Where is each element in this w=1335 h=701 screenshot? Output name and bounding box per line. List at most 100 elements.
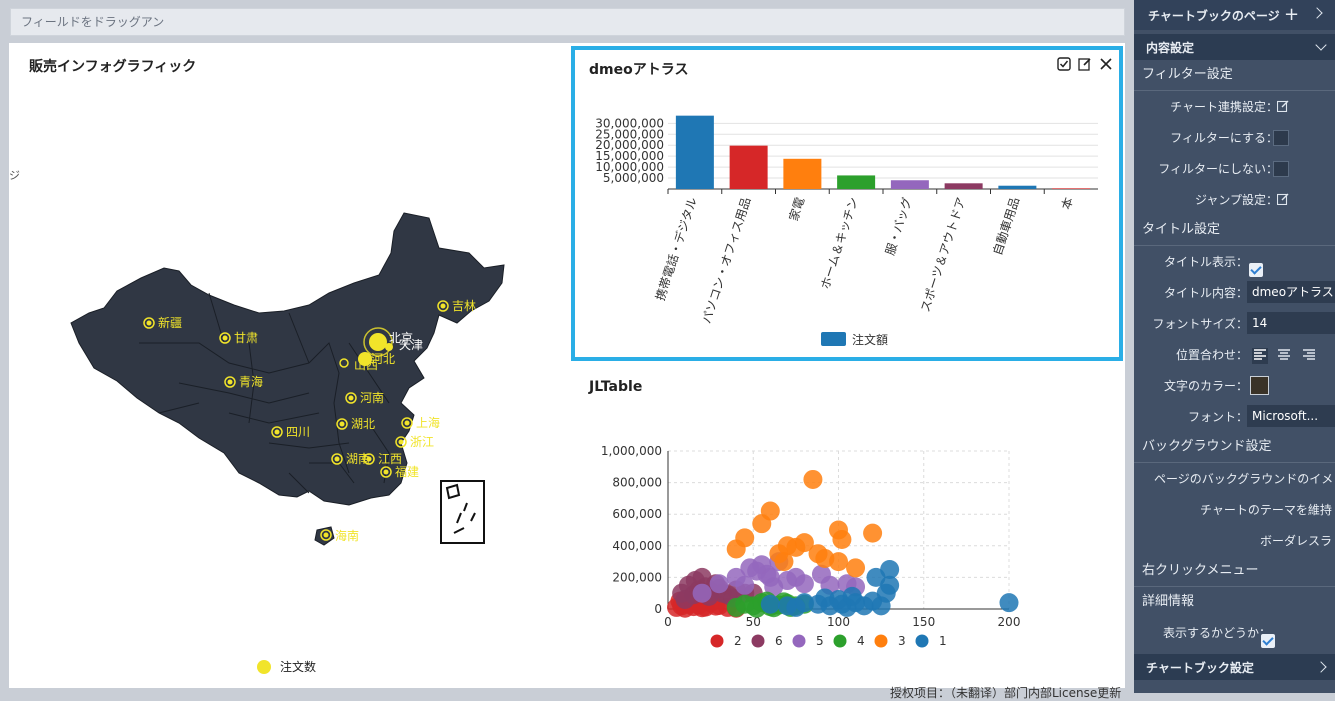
- filter-off-checkbox[interactable]: [1273, 161, 1289, 177]
- bar-chart-panel[interactable]: dmeoアトラス 5,000,000 10,000,000 15,000,000 20…: [571, 46, 1123, 361]
- text-color-row: 文字のカラー：: [1134, 370, 1335, 401]
- map-legend-swatch: [257, 660, 271, 674]
- borderless-label: ボーダレスラ: [1260, 534, 1333, 548]
- chartbook-settings-label: チャートブック設定: [1146, 660, 1254, 675]
- scatter-xtick-label: 0: [664, 615, 672, 629]
- filter-off-label: フィルターにしない：: [1158, 162, 1278, 176]
- content-settings-label: 内容設定: [1146, 40, 1195, 55]
- scatter-point: [692, 583, 712, 603]
- font-size-input[interactable]: 14: [1247, 312, 1335, 334]
- title-content-input[interactable]: dmeoアトラス: [1247, 281, 1335, 303]
- right-click-group[interactable]: 右クリックメニュー: [1134, 556, 1335, 587]
- svg-text:海南: 海南: [335, 528, 359, 543]
- scatter-legend-swatch: [874, 634, 888, 648]
- content-settings-header[interactable]: 内容設定: [1134, 34, 1335, 60]
- svg-text:吉林: 吉林: [452, 299, 476, 313]
- map-panel[interactable]: 販売インフォグラフィック 新疆 甘肃 青海 四川 北京 天津 河北 山西 河南 …: [9, 43, 559, 688]
- bar: [890, 180, 929, 189]
- filter-off-row: フィルターにしない：: [1134, 153, 1335, 184]
- map-point-zhejiang: 浙江: [395, 435, 434, 449]
- align-row: 位置合わせ：: [1134, 339, 1335, 370]
- china-outline: [70, 212, 505, 506]
- align-center-icon[interactable]: [1278, 349, 1290, 363]
- chartbook-page-label: チャートブックのページ: [1148, 8, 1280, 23]
- filter-on-row: フィルターにする：: [1134, 122, 1335, 153]
- svg-text:天津: 天津: [399, 338, 423, 352]
- scatter-legend-label: 2: [734, 634, 742, 648]
- chevron-down-icon: [1315, 39, 1327, 51]
- bar: [783, 158, 822, 189]
- bar-xtick-label: スポーツ＆アウトドア: [918, 196, 968, 314]
- text-color-label: 文字のカラー：: [1163, 379, 1248, 393]
- filter-settings-group: フィルター設定: [1134, 60, 1335, 91]
- scatter-point: [774, 552, 794, 572]
- align-label: 位置合わせ：: [1175, 348, 1248, 362]
- scatter-point: [842, 586, 862, 606]
- scatter-legend-label: 6: [775, 634, 783, 648]
- align-left-icon[interactable]: [1252, 348, 1268, 364]
- china-map[interactable]: 新疆 甘肃 青海 四川 北京 天津 河北 山西 河南 湖北 湖南 江西 上海 浙…: [9, 43, 559, 688]
- scatter-point: [832, 529, 852, 549]
- chartbook-page-header[interactable]: チャートブックのページ +: [1134, 0, 1335, 30]
- map-point-jilin: 吉林: [437, 299, 476, 313]
- chevron-right-icon[interactable]: [1311, 7, 1323, 19]
- map-legend-label: 注文数: [280, 659, 316, 674]
- add-page-icon[interactable]: +: [1284, 4, 1299, 25]
- scatter-legend-label: 1: [939, 634, 947, 648]
- font-label: フォント：: [1187, 410, 1248, 424]
- keep-theme-label: チャートのテーマを維持: [1200, 503, 1332, 517]
- map-point-jiangxi: 江西: [363, 452, 402, 466]
- svg-text:江西: 江西: [378, 452, 402, 466]
- scatter-point: [760, 594, 780, 614]
- title-show-label: タイトル表示：: [1163, 255, 1248, 269]
- chart-link-row: チャート連携設定：: [1134, 91, 1335, 122]
- svg-text:浙江: 浙江: [410, 435, 434, 449]
- filter-on-checkbox[interactable]: [1273, 130, 1289, 146]
- map-point-sichuan: 四川: [271, 425, 310, 439]
- scatter-point: [760, 501, 780, 521]
- dashboard-canvas: ジ 販売インフォグラフィック 新疆 甘肃 青海 四川 北京 天津 河北 山西 河…: [9, 43, 1125, 688]
- bar: [944, 183, 983, 189]
- text-color-swatch[interactable]: [1250, 376, 1269, 395]
- scatter-ytick-label: 200,000: [612, 570, 662, 584]
- title-show-checkbox[interactable]: [1249, 262, 1263, 277]
- bar: [998, 185, 1037, 189]
- map-point-gansu: 甘肃: [219, 331, 258, 345]
- scatter-legend-swatch: [710, 634, 724, 648]
- page-bg-label: ページのバックグラウンドのイメ: [1154, 472, 1334, 486]
- scatter-point: [846, 558, 866, 578]
- edit-icon[interactable]: [1276, 100, 1289, 115]
- align-right-icon[interactable]: [1303, 349, 1315, 363]
- bar-xtick-label: 携帯電話・デジタル: [652, 195, 700, 302]
- field-drop-zone[interactable]: フィールドをドラッグアン: [10, 8, 1125, 36]
- bar-xtick-label: ホーム＆キッチン: [818, 196, 861, 291]
- scatter-point: [999, 593, 1019, 613]
- scatter-panel[interactable]: JLTable 0 200,000 400,000 600,000 800,000 1,0…: [584, 373, 1124, 688]
- scatter-chart: 0 200,000 400,000 600,000 800,000 1,000,000 0 5…: [601, 444, 1021, 648]
- jump-label: ジャンプ設定：: [1194, 193, 1278, 207]
- scatter-legend-swatch: [915, 634, 929, 648]
- edit-icon[interactable]: [1276, 193, 1289, 208]
- svg-text:山西: 山西: [354, 358, 378, 372]
- bar-xtick-label: 服・バッグ: [883, 196, 915, 257]
- scatter-xtick-label: 200: [998, 615, 1021, 629]
- bar-legend-swatch: [821, 332, 846, 346]
- font-select[interactable]: Microsoft...: [1247, 405, 1335, 427]
- details-group: 詳細情報: [1142, 594, 1195, 609]
- show-checkbox[interactable]: [1261, 633, 1275, 648]
- scatter-legend-swatch: [792, 634, 806, 648]
- scatter-point: [735, 528, 755, 548]
- scatter-ytick-label: 800,000: [612, 476, 662, 490]
- chartbook-settings-header[interactable]: チャートブック設定: [1134, 654, 1335, 680]
- bar: [729, 145, 768, 189]
- jump-row: ジャンプ設定：: [1134, 184, 1335, 215]
- scatter-legend-label: 5: [816, 634, 824, 648]
- bar-xtick-label: 家電: [786, 195, 808, 222]
- bar-xtick-label: 本: [1059, 196, 1076, 212]
- title-content-label: タイトル内容：: [1163, 286, 1248, 300]
- scatter-point: [815, 548, 835, 568]
- scatter-legend-swatch: [833, 634, 847, 648]
- background-settings-group: バックグラウンド設定: [1134, 432, 1335, 463]
- bar-xtick-label: パソコン・オフィス用品: [699, 196, 753, 326]
- font-size-row: フォントサイズ： 14: [1134, 308, 1335, 339]
